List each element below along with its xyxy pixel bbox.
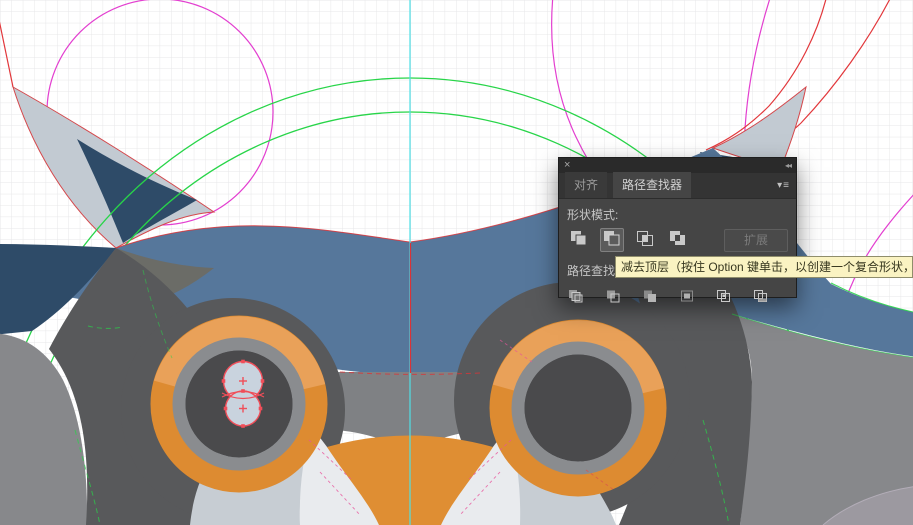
expand-button[interactable]: 扩展 (724, 228, 788, 252)
shape-modes-label: 形状模式: (567, 208, 619, 222)
outline-icon (716, 289, 732, 308)
panel-body: 形状模式: 扩展 路径查找器: (559, 199, 796, 308)
divide-button[interactable] (567, 288, 586, 308)
trim-icon (605, 289, 621, 308)
minus-back-icon (753, 289, 769, 308)
panel-menu-icon[interactable]: ▾≡ (777, 180, 790, 191)
pathfinder-button-row (567, 288, 788, 308)
panel-tab-bar: 对齐 路径查找器 ▾≡ (559, 172, 796, 199)
shape-mode-button-row: 扩展 (567, 228, 788, 252)
divide-icon (568, 289, 584, 308)
crop-icon (679, 289, 695, 308)
tab-align[interactable]: 对齐 (565, 172, 608, 198)
merge-button[interactable] (641, 288, 660, 308)
panel-header[interactable]: × ◂◂ (559, 158, 796, 173)
tab-pathfinder[interactable]: 路径查找器 (613, 172, 692, 198)
trim-button[interactable] (604, 288, 623, 308)
exclude-button[interactable] (666, 228, 690, 252)
merge-icon (642, 289, 658, 308)
minus-front-button[interactable] (600, 228, 624, 252)
exclude-icon (669, 230, 687, 251)
minus-front-icon (603, 230, 621, 251)
illustrator-workspace: { "panel": { "close_icon": "×", "collaps… (0, 0, 913, 525)
collapse-panel-icon[interactable]: ◂◂ (785, 161, 792, 170)
right-eye-pupil[interactable] (524, 354, 632, 462)
intersect-button[interactable] (633, 228, 657, 252)
minus-front-tooltip: 减去顶层（按住 Option 键单击，以创建一个复合形状，并 (615, 256, 913, 278)
unite-button[interactable] (567, 228, 591, 252)
selected-shapes-left-eye[interactable] (221, 359, 265, 428)
minus-back-button[interactable] (751, 288, 770, 308)
intersect-icon (636, 230, 654, 251)
crop-button[interactable] (677, 288, 696, 308)
close-icon[interactable]: × (564, 160, 570, 171)
unite-icon (570, 230, 588, 251)
outline-button[interactable] (714, 288, 733, 308)
